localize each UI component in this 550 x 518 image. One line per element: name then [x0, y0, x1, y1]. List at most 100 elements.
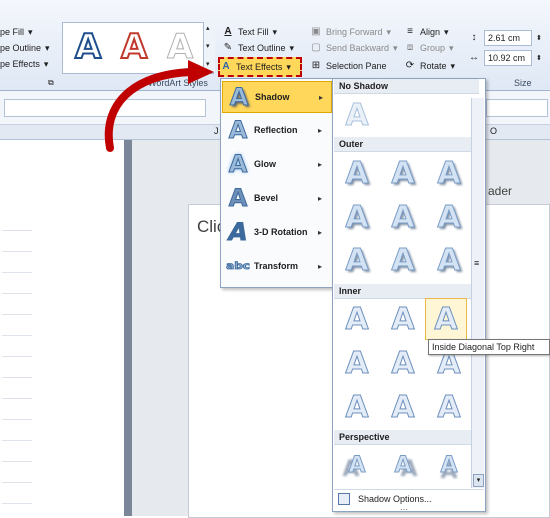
group-button[interactable]: ⧈ Group ▾ — [404, 40, 454, 56]
shadow-option-inner-diagonal-top-right[interactable]: A — [425, 298, 467, 340]
width-icon: ↔ — [469, 52, 479, 63]
gallery-up-icon[interactable]: ▴ — [206, 24, 210, 32]
glow-icon: A — [228, 150, 248, 179]
shadow-option-outer-5[interactable]: A — [385, 199, 421, 235]
shadow-option-perspective-3[interactable]: A — [431, 447, 467, 483]
shape-fill-button[interactable]: pe Fill ▾ — [0, 24, 50, 40]
bring-forward-label: Bring Forward — [326, 27, 383, 37]
text-outline-label: Text Outline — [238, 43, 286, 53]
shape-width-input[interactable]: 10.92 cm — [484, 50, 532, 66]
shape-outline-label: pe Outline — [0, 43, 42, 53]
chevron-right-icon: ▸ — [318, 193, 323, 203]
size-group-label: Size — [514, 78, 532, 88]
dialog-launcher-icon[interactable]: ⧉ — [48, 78, 54, 88]
shadow-options-icon — [338, 493, 350, 505]
shadow-option-outer-4[interactable]: A — [339, 199, 375, 235]
chevron-down-icon: ▾ — [289, 42, 295, 53]
shadow-option-outer-8[interactable]: A — [385, 242, 421, 278]
text-fill-button[interactable]: A Text Fill ▾ — [222, 24, 277, 40]
chevron-right-icon: ▸ — [318, 159, 323, 169]
shadow-option-inner-7[interactable]: A — [339, 389, 375, 425]
group-label: Group — [420, 43, 446, 53]
shadow-option-outer-2[interactable]: A — [385, 155, 421, 191]
shadow-option-outer-6[interactable]: A — [431, 199, 467, 235]
splitter[interactable] — [124, 140, 132, 516]
shadow-option-inner-5[interactable]: A — [385, 345, 421, 381]
rotate-button[interactable]: ⟳ Rotate ▾ — [404, 58, 455, 74]
menu-item-label: Bevel — [254, 193, 279, 203]
chevron-right-icon: ▸ — [318, 227, 323, 237]
left-document-pane — [0, 140, 125, 516]
reflection-icon: A — [228, 116, 248, 145]
shadow-panel-scrollbar[interactable]: ≡ ▾ — [471, 98, 484, 488]
shadow-option-inner-4[interactable]: A — [339, 345, 375, 381]
menu-item-3d-rotation[interactable]: A 3-D Rotation ▸ — [222, 217, 330, 247]
align-button[interactable]: ≡ Align ▾ — [404, 24, 449, 40]
shadow-option-outer-3[interactable]: A — [431, 155, 467, 191]
menu-item-bevel[interactable]: A Bevel ▸ — [222, 183, 330, 213]
chevron-right-icon: ▸ — [318, 261, 323, 271]
shape-effects-label: pe Effects — [0, 59, 40, 69]
shadow-option-none[interactable]: A — [339, 97, 375, 133]
shadow-option-outer-7[interactable]: A — [339, 242, 375, 278]
shadow-option-inner-8[interactable]: A — [385, 389, 421, 425]
inner-header: Inner — [334, 284, 479, 299]
text-effects-label: Text Effects — [236, 62, 283, 72]
stepper-icon[interactable]: ⬍ — [536, 54, 542, 62]
chevron-down-icon: ▾ — [28, 26, 33, 37]
perspective-header: Perspective — [334, 430, 479, 445]
chevron-down-icon: ▾ — [45, 42, 50, 53]
menu-item-reflection[interactable]: A Reflection ▸ — [222, 115, 330, 145]
bring-forward-icon: ▣ — [311, 26, 321, 37]
shadow-option-perspective-2[interactable]: A — [385, 447, 421, 483]
chevron-down-icon: ▾ — [393, 42, 398, 53]
chevron-right-icon: ▸ — [319, 92, 324, 102]
shadow-option-outer-9[interactable]: A — [431, 242, 467, 278]
pen-icon: ✎ — [223, 42, 233, 53]
scroll-grip-icon: ≡ — [474, 258, 480, 268]
text-effects-button[interactable]: A Text Effects ▾ — [218, 57, 302, 77]
chevron-down-icon: ▾ — [449, 42, 454, 53]
align-label: Align — [420, 27, 441, 37]
menu-item-label: Glow — [254, 159, 276, 169]
red-arrow-annotation — [104, 60, 214, 152]
shadow-option-inner-2[interactable]: A — [385, 301, 421, 337]
stepper-icon[interactable]: ⬍ — [536, 34, 542, 42]
selection-pane-button[interactable]: ⊞ Selection Pane — [310, 58, 387, 74]
transform-icon: abc — [226, 260, 251, 272]
shadow-option-outer-1[interactable]: A — [339, 155, 375, 191]
shape-width-control: ↔ 10.92 cm ⬍ — [468, 50, 542, 66]
shadow-option-inner-9[interactable]: A — [431, 389, 467, 425]
shadow-gallery-panel: No Shadow A Outer A A A A A A A A A Inne… — [332, 78, 486, 512]
chevron-right-icon: ▸ — [318, 125, 323, 135]
rotate-label: Rotate — [420, 61, 447, 71]
toolbar-input-right[interactable] — [486, 99, 548, 117]
selection-pane-icon: ⊞ — [311, 60, 321, 71]
menu-item-transform[interactable]: abc Transform ▸ — [222, 251, 330, 281]
shadow-options-label: Shadow Options... — [358, 494, 432, 504]
menu-item-label: Transform — [254, 261, 299, 271]
shadow-option-perspective-1[interactable]: A — [339, 447, 375, 483]
outer-header: Outer — [334, 137, 479, 152]
text-effects-menu: A Shadow ▸ A Reflection ▸ A Glow ▸ A Bev… — [220, 78, 334, 288]
shape-outline-button[interactable]: pe Outline ▾ — [0, 40, 50, 56]
resize-grip[interactable]: ⋯ — [400, 505, 420, 514]
shadow-option-inner-1[interactable]: A — [339, 301, 375, 337]
shape-height-input[interactable]: 2.61 cm — [484, 30, 532, 46]
shape-fill-label: pe Fill — [0, 27, 25, 37]
selection-pane-label: Selection Pane — [326, 61, 387, 71]
chevron-down-icon: ▾ — [444, 26, 449, 37]
gallery-down-icon[interactable]: ▾ — [206, 42, 210, 50]
align-icon: ≡ — [407, 26, 413, 37]
menu-item-shadow[interactable]: A Shadow ▸ — [222, 81, 332, 113]
bevel-icon: A — [228, 184, 248, 213]
shape-effects-button[interactable]: pe Effects ▾ — [0, 56, 50, 72]
menu-item-glow[interactable]: A Glow ▸ — [222, 149, 330, 179]
send-backward-button[interactable]: ▢ Send Backward ▾ — [310, 40, 398, 56]
menu-item-label: Reflection — [254, 125, 298, 135]
height-icon: ↕ — [471, 32, 477, 43]
scroll-down-icon[interactable]: ▾ — [473, 474, 484, 487]
text-outline-button[interactable]: ✎ Text Outline ▾ — [222, 40, 294, 56]
shadow-icon: A — [229, 83, 249, 112]
bring-forward-button[interactable]: ▣ Bring Forward ▾ — [310, 24, 391, 40]
